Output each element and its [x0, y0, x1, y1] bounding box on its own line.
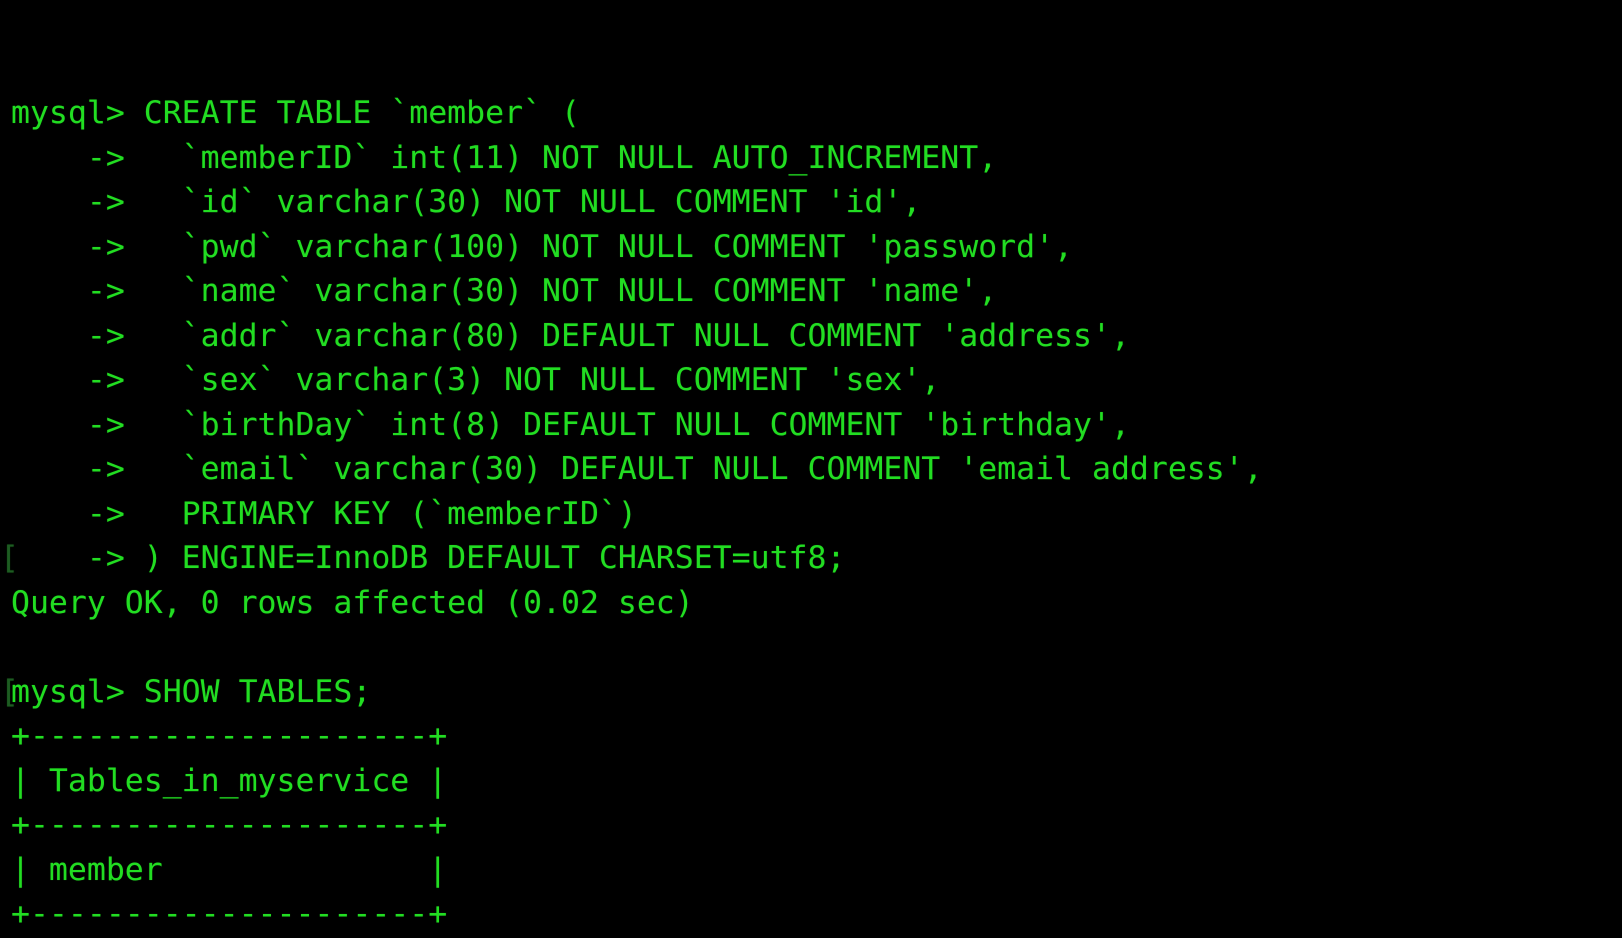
terminal-window[interactable]: mysql> CREATE TABLE `member` ( -> `membe… — [0, 0, 1622, 938]
terminal-line-continuation: -> `addr` varchar(80) DEFAULT NULL COMME… — [11, 317, 1130, 354]
terminal-line-continuation: -> `id` varchar(30) NOT NULL COMMENT 'id… — [11, 184, 922, 220]
terminal-line-continuation: -> `birthDay` int(8) DEFAULT NULL COMMEN… — [11, 406, 1130, 443]
terminal-line-table-border: +---------------------+ — [11, 807, 448, 843]
terminal-line-continuation: -> `pwd` varchar(100) NOT NULL COMMENT '… — [11, 228, 1074, 265]
terminal-line-table-border: +---------------------+ — [11, 718, 448, 754]
terminal-line-continuation: -> `memberID` int(11) NOT NULL AUTO_INCR… — [11, 139, 998, 176]
terminal-line-table-header: | Tables_in_myservice | — [11, 762, 448, 799]
terminal-line-prompt: mysql> CREATE TABLE `member` ( — [11, 95, 580, 131]
terminal-line-status: Query OK, 0 rows affected (0.02 sec) — [11, 584, 694, 621]
terminal-line-continuation: -> PRIMARY KEY (`memberID`) — [11, 495, 637, 532]
terminal-line-continuation: -> `email` varchar(30) DEFAULT NULL COMM… — [11, 451, 1263, 487]
terminal-line-table-row: | member | — [11, 851, 448, 888]
terminal-output: mysql> CREATE TABLE `member` ( -> `membe… — [0, 91, 1622, 938]
terminal-line-prompt: mysql> SHOW TABLES; — [0, 670, 1622, 715]
terminal-line-table-border: +---------------------+ — [11, 896, 448, 932]
terminal-line-continuation: -> `name` varchar(30) NOT NULL COMMENT '… — [11, 273, 998, 309]
terminal-line-continuation: -> `sex` varchar(3) NOT NULL COMMENT 'se… — [11, 362, 941, 398]
terminal-line-continuation: -> ) ENGINE=InnoDB DEFAULT CHARSET=utf8; — [0, 536, 1622, 581]
